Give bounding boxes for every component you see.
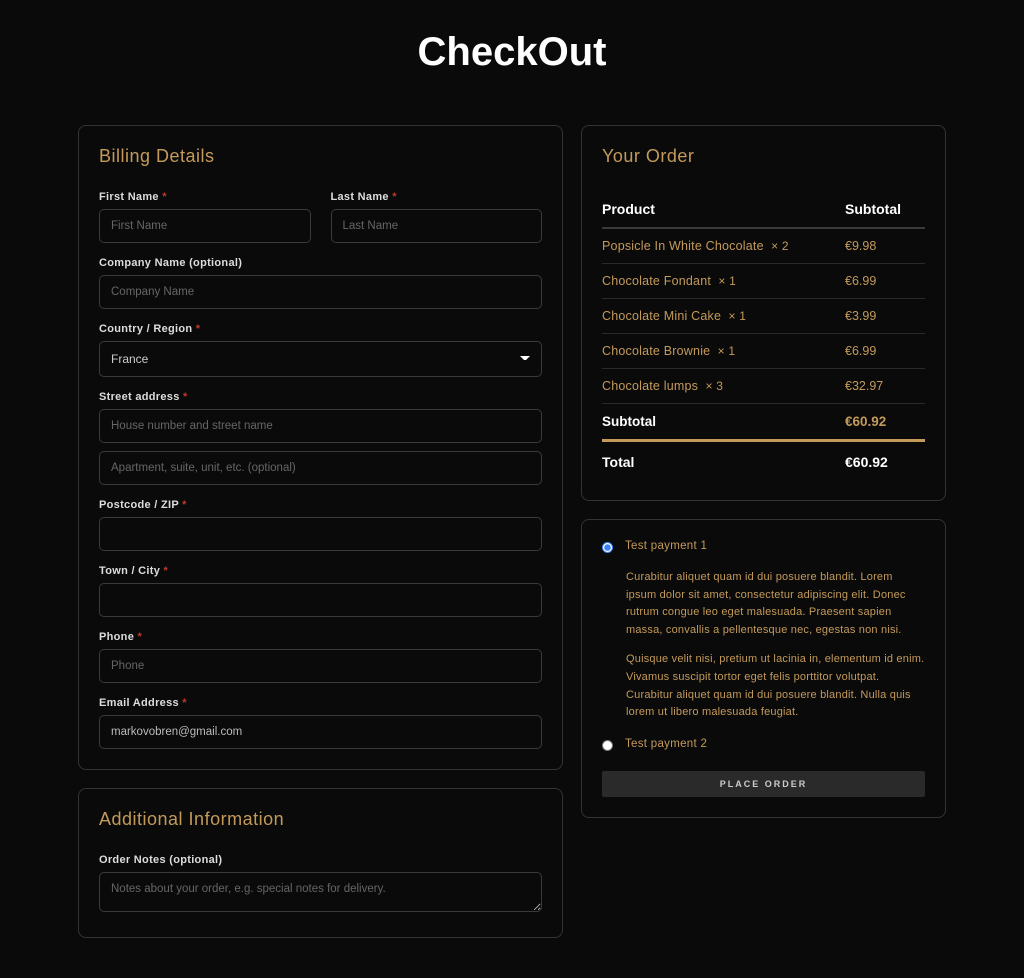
subtotal-label: Subtotal — [602, 414, 656, 429]
email-input[interactable] — [99, 715, 542, 749]
country-select[interactable]: France — [99, 341, 542, 377]
order-item-price: €32.97 — [845, 379, 925, 393]
street-input-1[interactable] — [99, 409, 542, 443]
payment-desc-0: Curabitur aliquet quam id dui posuere bl… — [602, 563, 925, 738]
additional-panel: Additional Information Order Notes (opti… — [78, 788, 563, 938]
company-input[interactable] — [99, 275, 542, 309]
payment-label-0: Test payment 1 — [625, 540, 707, 552]
checkout-layout: Billing Details First Name * Last Name *… — [0, 125, 1024, 938]
chevron-down-icon — [520, 356, 530, 362]
postcode-label: Postcode / ZIP * — [99, 499, 542, 511]
last-name-label: Last Name * — [331, 191, 543, 203]
order-title: Your Order — [602, 146, 925, 167]
order-item-name: Chocolate lumps × 3 — [602, 379, 845, 393]
order-panel: Your Order Product Subtotal Popsicle In … — [581, 125, 946, 501]
first-name-label: First Name * — [99, 191, 311, 203]
subtotal-value: €60.92 — [845, 414, 925, 429]
billing-title: Billing Details — [99, 146, 542, 167]
city-label: Town / City * — [99, 565, 542, 577]
order-item-price: €6.99 — [845, 344, 925, 358]
order-item-name: Chocolate Mini Cake × 1 — [602, 309, 845, 323]
place-order-button[interactable]: PLACE ORDER — [602, 771, 925, 797]
order-col-subtotal: Subtotal — [845, 201, 925, 217]
page-title: CheckOut — [0, 30, 1024, 75]
payment-radio-1[interactable] — [602, 740, 613, 751]
order-item-name: Chocolate Brownie × 1 — [602, 344, 845, 358]
additional-title: Additional Information — [99, 809, 542, 830]
company-label: Company Name (optional) — [99, 257, 542, 269]
email-label: Email Address * — [99, 697, 542, 709]
order-item-name: Popsicle In White Chocolate × 2 — [602, 239, 845, 253]
order-item-row: Chocolate lumps × 3€32.97 — [602, 369, 925, 404]
street-label: Street address * — [99, 391, 542, 403]
phone-input[interactable] — [99, 649, 542, 683]
billing-panel: Billing Details First Name * Last Name *… — [78, 125, 563, 770]
phone-label: Phone * — [99, 631, 542, 643]
order-item-name: Chocolate Fondant × 1 — [602, 274, 845, 288]
notes-textarea[interactable] — [99, 872, 542, 912]
notes-label: Order Notes (optional) — [99, 854, 542, 866]
country-label: Country / Region * — [99, 323, 542, 335]
order-item-price: €9.98 — [845, 239, 925, 253]
order-item-price: €3.99 — [845, 309, 925, 323]
total-label: Total — [602, 454, 634, 470]
order-item-price: €6.99 — [845, 274, 925, 288]
order-col-product: Product — [602, 201, 655, 217]
order-item-row: Chocolate Fondant × 1€6.99 — [602, 264, 925, 299]
order-item-row: Popsicle In White Chocolate × 2€9.98 — [602, 229, 925, 264]
first-name-input[interactable] — [99, 209, 311, 243]
payment-radio-0[interactable] — [602, 542, 613, 553]
last-name-input[interactable] — [331, 209, 543, 243]
payment-panel: Test payment 1 Curabitur aliquet quam id … — [581, 519, 946, 818]
total-value: €60.92 — [845, 454, 925, 470]
street-input-2[interactable] — [99, 451, 542, 485]
postcode-input[interactable] — [99, 517, 542, 551]
country-value: France — [111, 352, 148, 366]
order-item-row: Chocolate Brownie × 1€6.99 — [602, 334, 925, 369]
city-input[interactable] — [99, 583, 542, 617]
payment-label-1: Test payment 2 — [625, 738, 707, 750]
order-item-row: Chocolate Mini Cake × 1€3.99 — [602, 299, 925, 334]
